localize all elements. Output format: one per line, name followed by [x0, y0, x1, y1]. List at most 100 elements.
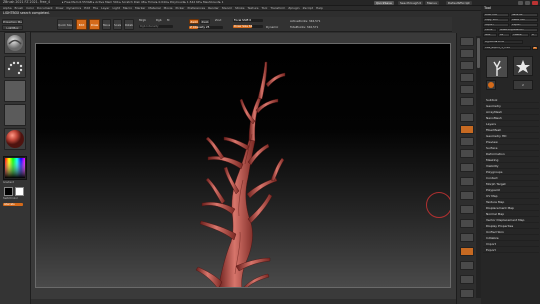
simplebrush-thumbnail[interactable] [513, 56, 533, 76]
menu-picker[interactable]: Picker [176, 6, 185, 11]
menu-light[interactable]: Light [112, 6, 120, 11]
zadd-button[interactable]: Zadd [189, 19, 199, 24]
lightbox-button[interactable]: LightBox [2, 25, 23, 30]
import-button[interactable]: Import [483, 23, 509, 27]
left-tray: Gradient SwitchColor Alternate [0, 32, 31, 304]
menu-render[interactable]: Render [208, 6, 219, 11]
m-toggle[interactable]: M [167, 19, 169, 22]
scale-view-button[interactable] [460, 205, 474, 214]
quick-sketch-button[interactable]: Quick Sketch [57, 19, 73, 30]
lsym-button[interactable] [460, 149, 474, 158]
lightbox-tools-button[interactable]: Lightbox▸Tools [483, 40, 523, 44]
menu-draw[interactable]: Draw [56, 6, 64, 11]
clone-button[interactable]: Clone [483, 28, 497, 32]
spix-button[interactable] [460, 49, 474, 58]
make-polymesh-button[interactable]: Make PolyMesh3D [498, 28, 538, 32]
menu-file[interactable]: File [93, 6, 98, 11]
floor-button[interactable] [460, 125, 474, 134]
quicksave-button[interactable]: QuickSave [374, 0, 394, 5]
maximize-icon[interactable] [525, 0, 530, 5]
color-picker[interactable] [3, 156, 27, 180]
tree-model[interactable] [36, 44, 451, 288]
ghost-button[interactable] [460, 261, 474, 270]
goz-all-button[interactable]: All [498, 33, 510, 37]
aahalf-button[interactable] [460, 97, 474, 106]
current-tool-r-button[interactable]: R [532, 46, 538, 50]
close-icon[interactable] [532, 0, 538, 5]
move-view-button[interactable] [460, 191, 474, 200]
scrollbar-thumb[interactable] [477, 38, 480, 68]
see-through-slider[interactable]: See-through 0 [398, 0, 424, 5]
alternate-button[interactable]: Alternate [3, 203, 23, 206]
rgb-intensity-slider[interactable]: Rgb Intensity [139, 25, 173, 28]
goz-button[interactable]: GoZ [483, 33, 497, 37]
draw-size-slider[interactable]: Draw Size 64 [233, 25, 263, 28]
menu-zplugin[interactable]: Zplugin [288, 6, 299, 11]
load-tool-button[interactable]: Load Tool [483, 13, 509, 17]
goz-visible-button[interactable]: Visible [511, 33, 529, 37]
copy-tool-button[interactable]: Copy Tool [483, 18, 509, 22]
scale-button[interactable]: Scale [113, 19, 122, 30]
export-button[interactable]: Export [510, 23, 538, 27]
minimize-icon[interactable] [518, 0, 523, 5]
alpha-selector[interactable] [4, 80, 26, 102]
menu-dynamics[interactable]: Dynamics [66, 6, 81, 11]
menu-stencil[interactable]: Stencil [222, 6, 232, 11]
menus-button[interactable]: Menus [425, 0, 439, 5]
current-tool-thumbnail[interactable] [486, 56, 508, 78]
xyz-button[interactable] [460, 163, 474, 172]
brush-selector[interactable] [4, 32, 26, 54]
goz-r-button[interactable]: R [530, 33, 538, 37]
move-button[interactable]: Move [102, 19, 111, 30]
draw-button[interactable]: Draw [89, 19, 100, 30]
persp-button[interactable] [460, 113, 474, 122]
z-intensity-slider[interactable]: Z Intensity 25 [189, 26, 223, 29]
polyframe-button[interactable] [460, 233, 474, 242]
focal-shift-slider[interactable]: Focal Shift 0 [233, 19, 263, 22]
zoom-button[interactable] [460, 73, 474, 82]
main-color-swatch[interactable] [15, 187, 24, 196]
secondary-color-swatch[interactable] [4, 187, 13, 196]
switch-color-button[interactable]: SwitchColor [3, 197, 18, 201]
polymesh-thumbnail[interactable] [486, 80, 496, 90]
material-selector[interactable] [4, 128, 26, 150]
paste-tool-button[interactable]: Paste Tool [510, 18, 538, 22]
menu-stroke[interactable]: Stroke [235, 6, 245, 11]
menu-macro[interactable]: Macro [123, 6, 132, 11]
menu-layer[interactable]: Layer [101, 6, 109, 11]
menu-tool[interactable]: Tool [261, 6, 267, 11]
rgb-toggle[interactable]: Rgb [156, 19, 162, 22]
menu-texture[interactable]: Texture [248, 6, 259, 11]
menu-edit[interactable]: Edit [84, 6, 90, 11]
menu-help[interactable]: Help [316, 6, 323, 11]
document-canvas[interactable] [35, 43, 451, 288]
scroll-button[interactable] [460, 61, 474, 70]
zsub-button[interactable]: Zsub [200, 19, 210, 24]
menu-marker[interactable]: Marker [135, 6, 145, 11]
stroke-selector[interactable] [4, 56, 26, 78]
dynamic-toggle[interactable]: Dynamic [266, 26, 278, 29]
rotate-view-button[interactable] [460, 219, 474, 228]
frame-button[interactable] [460, 177, 474, 186]
menu-preferences[interactable]: Preferences [187, 6, 205, 11]
rotate-button[interactable]: Rotate [124, 19, 134, 30]
tool-palette-title: Tool [484, 6, 491, 10]
subpalette-export[interactable]: Export [483, 247, 539, 253]
actual-button[interactable] [460, 85, 474, 94]
menu-zscript[interactable]: Zscript [303, 6, 313, 11]
transp-button[interactable] [460, 247, 474, 256]
texture-selector[interactable] [4, 104, 26, 126]
bpr-button[interactable] [460, 37, 474, 46]
mrgb-toggle[interactable]: Mrgb [139, 19, 146, 22]
solo-button[interactable] [460, 275, 474, 284]
zcut-toggle[interactable]: Zcut [215, 19, 221, 22]
menu-transform[interactable]: Transform [270, 6, 285, 11]
menu-material[interactable]: Material [148, 6, 160, 11]
projection-master-button[interactable]: Projection Master [2, 19, 23, 24]
default-zscript-button[interactable]: DefaultZScript [446, 0, 472, 5]
edit-button[interactable]: Edit [76, 19, 87, 30]
save-as-button[interactable]: Save As [510, 13, 538, 17]
xpose-button[interactable] [460, 289, 474, 298]
menu-movie[interactable]: Movie [164, 6, 173, 11]
local-button[interactable] [460, 137, 474, 146]
